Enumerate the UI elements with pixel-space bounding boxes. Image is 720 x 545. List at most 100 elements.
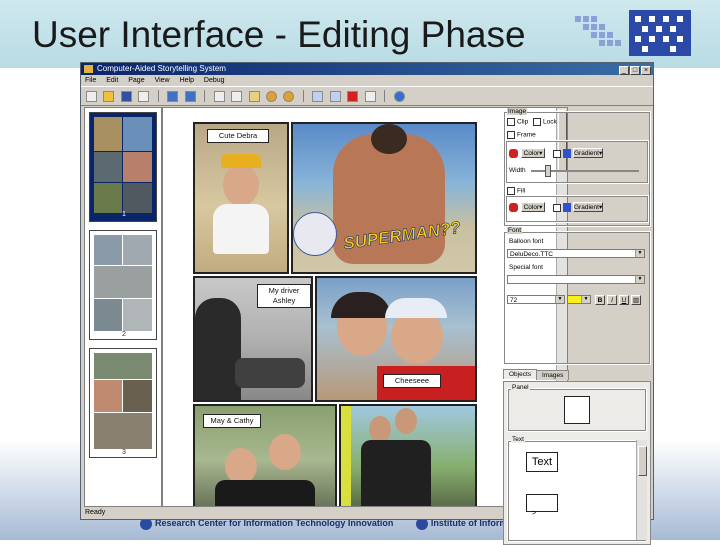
frame-color-icon — [509, 149, 518, 158]
page-thumbnail-1[interactable]: 1 — [89, 112, 157, 222]
thumbnail-image — [94, 353, 152, 449]
chevron-down-icon[interactable]: ▼ — [635, 276, 644, 283]
align-button[interactable]: ▥ — [631, 295, 641, 305]
clip-checkbox-box[interactable] — [507, 118, 515, 126]
chevron-down-icon[interactable]: ▼ — [555, 296, 564, 303]
comic-panel-4[interactable]: Cheeseee — [315, 276, 477, 402]
open-icon[interactable] — [103, 91, 115, 102]
comic-panel-6[interactable] — [339, 404, 477, 506]
menu-help[interactable]: Help — [180, 77, 194, 84]
cut-icon[interactable] — [213, 91, 225, 102]
comic-panel-5[interactable]: May & Cathy — [193, 404, 337, 506]
image-group-label: Image — [507, 108, 528, 115]
bold-button[interactable]: B — [595, 295, 605, 305]
page-thumbnail-2[interactable]: 2 — [89, 230, 157, 340]
frame-gradient-checkbox[interactable] — [553, 150, 561, 158]
frame-width-slider-handle[interactable] — [545, 165, 551, 177]
special-font-select[interactable]: ▼ — [507, 275, 645, 284]
toolbar-separator — [157, 90, 159, 102]
zoom-in-icon[interactable] — [265, 91, 277, 102]
menu-view[interactable]: View — [155, 77, 170, 84]
objects-tab-body: Panel Text Text > — [503, 381, 651, 545]
lock-checkbox[interactable]: Lock — [533, 118, 557, 126]
thumbnail-image — [94, 235, 152, 331]
special-font-label: Special font — [509, 264, 543, 271]
text-balloon-preview[interactable]: Text — [526, 452, 558, 472]
delete-icon[interactable] — [347, 91, 359, 102]
objects-scrollbar[interactable] — [636, 440, 647, 540]
window-title: Computer-Aided Storytelling System — [97, 64, 226, 73]
toolbar — [81, 86, 653, 106]
close-button[interactable]: × — [641, 66, 651, 75]
font-color-select[interactable]: ▼ — [567, 295, 591, 304]
fill-checkbox[interactable]: Fill — [507, 187, 525, 195]
fill-gradient-button[interactable]: Gradient▾ — [573, 202, 603, 212]
underline-button[interactable]: U — [619, 295, 629, 305]
tab-images[interactable]: Images — [536, 370, 570, 380]
fill-gradient-checkbox[interactable] — [553, 204, 561, 212]
undo-icon[interactable] — [167, 91, 179, 102]
comic-panel-2[interactable]: SUPERMAN?? — [291, 122, 477, 274]
fill-color-icon — [509, 203, 518, 212]
chevron-down-icon[interactable]: ▼ — [635, 250, 644, 257]
page-icon[interactable] — [329, 91, 341, 102]
maximize-button[interactable]: □ — [630, 66, 640, 75]
layout-icon[interactable] — [312, 91, 324, 102]
frame-width-label: Width — [509, 167, 526, 174]
font-group-label: Font — [507, 227, 523, 234]
thumbnail-number: 1 — [122, 211, 126, 218]
italic-button[interactable]: I — [607, 295, 617, 305]
lock-checkbox-box[interactable] — [533, 118, 541, 126]
redo-icon[interactable] — [184, 91, 196, 102]
frame-checkbox-box[interactable] — [507, 131, 515, 139]
fill-color-button[interactable]: Color▾ — [521, 202, 545, 212]
balloon-font-select[interactable]: DeluDeco.TTC ▼ — [507, 249, 645, 258]
frame-checkbox[interactable]: Frame — [507, 131, 536, 139]
toolbar-separator — [384, 90, 386, 102]
thumbnail-number: 3 — [122, 449, 126, 456]
clip-checkbox[interactable]: Clip — [507, 118, 528, 126]
frame-color-button[interactable]: Color▾ — [521, 148, 545, 158]
toolbar-separator — [302, 90, 304, 102]
page-thumbnail-list[interactable]: 1 2 3 — [84, 107, 162, 507]
panel-object-preview[interactable] — [564, 396, 590, 424]
app-window: Computer-Aided Storytelling System _ □ × F… — [80, 62, 654, 545]
copy-icon[interactable] — [231, 91, 243, 102]
comic-panel-1[interactable]: Cute Debra — [193, 122, 289, 274]
status-bar: Ready — [85, 509, 106, 516]
menu-file[interactable]: File — [85, 77, 96, 84]
font-size-select[interactable]: 72 ▼ — [507, 295, 565, 304]
fill-checkbox-box[interactable] — [507, 187, 515, 195]
save-icon[interactable] — [120, 91, 132, 102]
balloon-cute-debra[interactable]: Cute Debra — [207, 129, 269, 143]
balloon-my-driver[interactable]: My driver Ashley — [257, 284, 311, 308]
menu-page[interactable]: Page — [128, 77, 144, 84]
comic-panel-3[interactable]: My driver Ashley — [193, 276, 313, 402]
frame-label: Frame — [517, 131, 536, 139]
zoom-out-icon[interactable] — [283, 91, 295, 102]
new-icon[interactable] — [86, 91, 97, 102]
menu-edit[interactable]: Edit — [106, 77, 118, 84]
comic-page: Cute Debra SUPERMAN?? My driver Ashley C… — [193, 122, 477, 506]
paste-icon[interactable] — [248, 91, 260, 102]
institute-logo — [575, 6, 693, 60]
text-object-label: Text — [511, 436, 525, 443]
clip-label: Clip — [517, 118, 529, 126]
lock-label: Lock — [543, 118, 557, 126]
balloon-may-cathy[interactable]: May & Cathy — [203, 414, 261, 428]
page-thumbnail-3[interactable]: 3 — [89, 348, 157, 458]
minimize-button[interactable]: _ — [619, 66, 629, 75]
help-icon[interactable] — [393, 91, 405, 102]
menu-debug[interactable]: Debug — [204, 77, 225, 84]
window-titlebar[interactable]: Computer-Aided Storytelling System _ □ × — [81, 63, 653, 75]
frame-gradient-button[interactable]: Gradient▾ — [573, 148, 603, 158]
print-icon[interactable] — [138, 91, 150, 102]
objects-scrollbar-thumb[interactable] — [638, 446, 647, 476]
balloon-font-label: Balloon font — [509, 238, 544, 245]
toolbar-separator — [204, 90, 206, 102]
thumbnail-image — [94, 117, 152, 213]
chevron-down-icon[interactable]: ▼ — [581, 296, 590, 303]
tab-objects[interactable]: Objects — [503, 369, 538, 379]
balloon-cheese[interactable]: Cheeseee — [383, 374, 441, 388]
panel-icon[interactable] — [364, 91, 376, 102]
